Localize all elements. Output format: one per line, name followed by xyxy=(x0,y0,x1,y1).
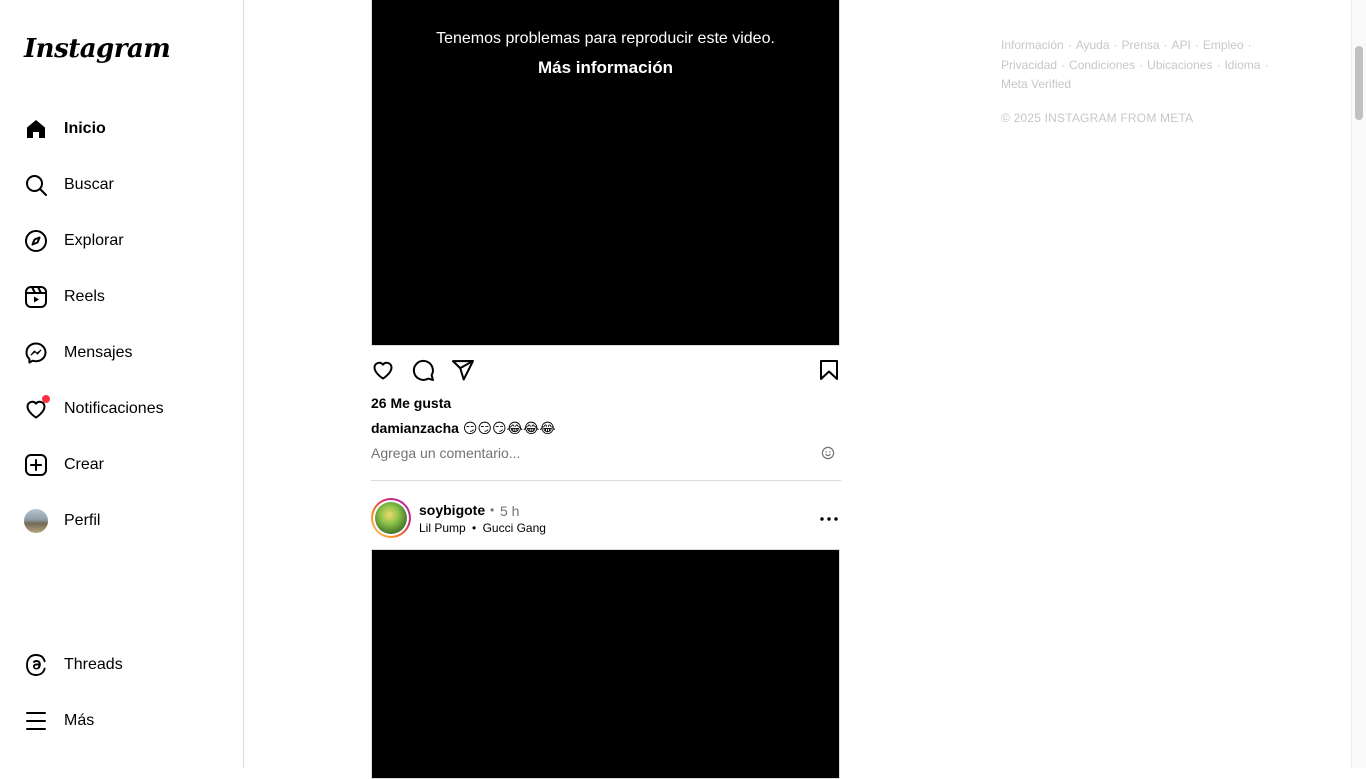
share-button[interactable] xyxy=(451,358,475,382)
emoji-icon[interactable] xyxy=(820,445,836,461)
comment-button[interactable] xyxy=(411,358,435,382)
sidebar-item-label: Perfil xyxy=(64,512,101,529)
sidebar-item-notificaciones[interactable]: Notificaciones xyxy=(24,395,224,423)
audio-artist: Lil Pump xyxy=(419,521,466,535)
sidebar-item-perfil[interactable]: Perfil xyxy=(24,507,224,535)
sidebar-item-label: Crear xyxy=(64,456,105,473)
reels-icon xyxy=(24,285,48,309)
sidebar-item-crear[interactable]: Crear xyxy=(24,451,224,479)
post-caption: damianzacha 😏😏😏😂😂😂 xyxy=(371,420,556,437)
sidebar-item-label: Inicio xyxy=(64,120,106,137)
sidebar-item-mas[interactable]: Más xyxy=(24,707,224,735)
send-icon xyxy=(452,360,474,381)
save-button[interactable] xyxy=(817,358,841,382)
post-video-player[interactable] xyxy=(371,549,840,779)
messenger-icon xyxy=(24,341,48,365)
post-header: soybigote • 5 h Lil Pump • Gucci Gang xyxy=(371,498,841,540)
page-scrollbar[interactable] xyxy=(1351,0,1366,768)
caption-username[interactable]: damianzacha xyxy=(371,420,459,436)
post-timestamp[interactable]: 5 h xyxy=(500,503,519,519)
compass-icon xyxy=(24,229,48,253)
heart-icon xyxy=(373,361,393,380)
sidebar-item-reels[interactable]: Reels xyxy=(24,283,224,311)
post-audio[interactable]: Lil Pump • Gucci Gang xyxy=(419,521,546,535)
post-video-player[interactable]: Tenemos problemas para reproducir este v… xyxy=(371,0,840,346)
notification-dot xyxy=(42,395,50,403)
post-actions xyxy=(371,358,841,382)
footer-link[interactable]: Privacidad xyxy=(1001,58,1057,72)
sidebar-item-label: Mensajes xyxy=(64,344,133,361)
video-more-info-link[interactable]: Más información xyxy=(372,58,839,78)
footer-links: Información · Ayuda · Prensa · API · Empleo · Pri… xyxy=(1001,38,1269,91)
threads-icon xyxy=(24,653,48,677)
sidebar-item-buscar[interactable]: Buscar xyxy=(24,171,224,199)
sidebar-item-label: Buscar xyxy=(64,176,114,193)
footer-link[interactable]: Información xyxy=(1001,38,1064,52)
audio-title: Gucci Gang xyxy=(482,521,546,535)
heart-icon xyxy=(24,395,50,421)
search-icon xyxy=(24,173,48,197)
footer-link[interactable]: Prensa xyxy=(1122,38,1160,52)
like-button[interactable] xyxy=(371,358,395,382)
footer: Información · Ayuda · Prensa · API · Empleo · Pri… xyxy=(1001,36,1301,95)
footer-link[interactable]: Idioma xyxy=(1224,58,1260,72)
more-horizontal-icon xyxy=(820,517,838,521)
avatar xyxy=(375,502,407,534)
copyright: © 2025 INSTAGRAM FROM META xyxy=(1001,111,1194,125)
instagram-logo[interactable]: Instagram xyxy=(24,34,171,64)
footer-link[interactable]: Ubicaciones xyxy=(1147,58,1212,72)
audio-separator: • xyxy=(472,521,477,535)
likes-count[interactable]: 26 Me gusta xyxy=(371,395,451,411)
sidebar-item-threads[interactable]: Threads xyxy=(24,651,224,679)
home-icon xyxy=(24,117,48,141)
footer-link[interactable]: Empleo xyxy=(1203,38,1244,52)
footer-link[interactable]: API xyxy=(1172,38,1191,52)
comment-input[interactable] xyxy=(371,444,817,462)
sidebar-item-label: Threads xyxy=(64,656,123,673)
post-divider xyxy=(371,480,841,481)
sidebar-item-inicio[interactable]: Inicio xyxy=(24,115,224,143)
footer-link[interactable]: Ayuda xyxy=(1076,38,1110,52)
avatar xyxy=(24,509,48,533)
sidebar-item-mensajes[interactable]: Mensajes xyxy=(24,339,224,367)
comment-icon xyxy=(412,359,434,381)
post-username[interactable]: soybigote xyxy=(419,502,485,518)
sidebar-item-label: Notificaciones xyxy=(64,400,164,417)
bookmark-icon xyxy=(820,360,838,380)
footer-link[interactable]: Meta Verified xyxy=(1001,77,1071,91)
plus-square-icon xyxy=(24,453,48,477)
sidebar-item-label: Más xyxy=(64,712,95,729)
caption-text: 😏😏😏😂😂😂 xyxy=(462,420,556,436)
more-options-button[interactable] xyxy=(817,507,841,531)
scrollbar-thumb[interactable] xyxy=(1355,46,1363,120)
video-error-message: Tenemos problemas para reproducir este v… xyxy=(436,30,775,47)
story-ring-avatar[interactable] xyxy=(371,498,411,538)
sidebar-item-label: Reels xyxy=(64,288,105,305)
sidebar-item-explorar[interactable]: Explorar xyxy=(24,227,224,255)
sidebar-item-label: Explorar xyxy=(64,232,124,249)
separator-dot: • xyxy=(490,503,495,517)
menu-icon xyxy=(24,709,48,733)
sidebar: Instagram Inicio Buscar Explorar Reels M… xyxy=(0,0,244,768)
footer-link[interactable]: Condiciones xyxy=(1069,58,1135,72)
